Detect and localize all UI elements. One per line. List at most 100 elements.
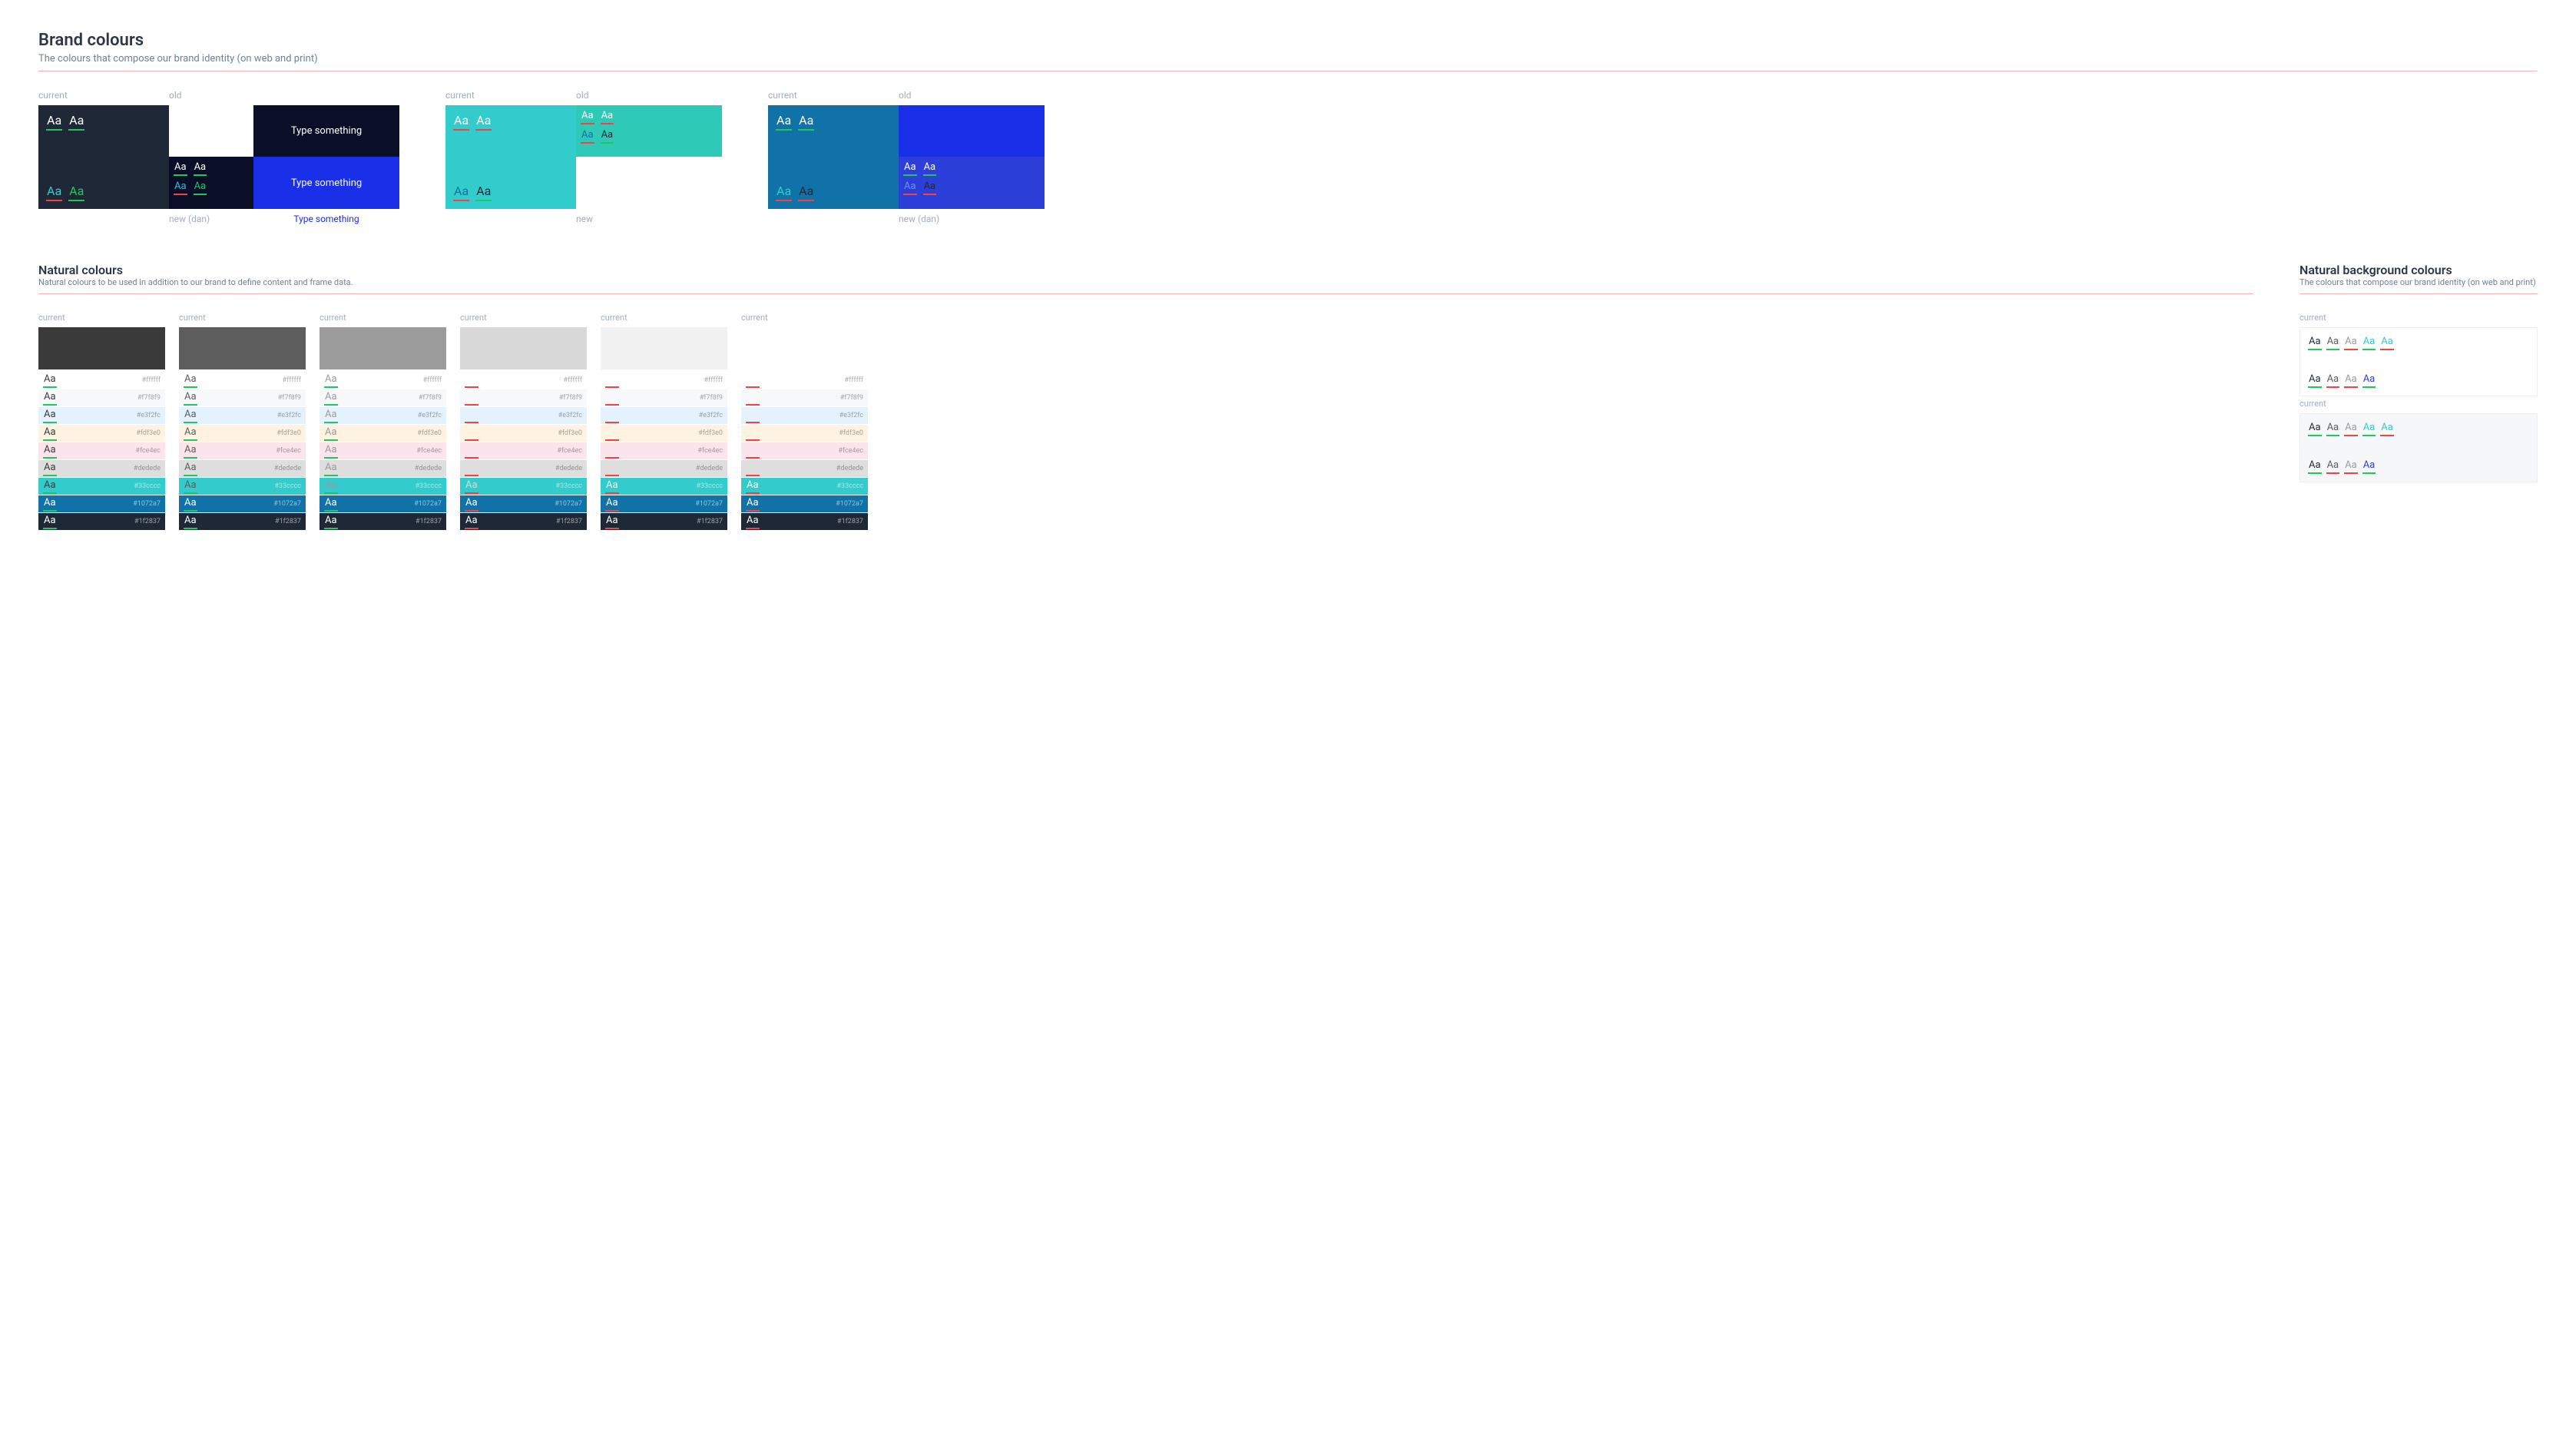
aa-sample: Aa <box>2308 422 2322 436</box>
aa-sample: Aa <box>776 184 792 201</box>
aa-sample: Aa <box>46 184 62 201</box>
aa-sample-hidden: Aa <box>746 462 760 476</box>
aa-sample-hidden: Aa <box>465 409 478 423</box>
row-swatch: Aa #33cccc <box>601 478 727 495</box>
aa-sample: Aa <box>605 497 619 512</box>
row-swatch: Aa #1072a7 <box>179 495 306 512</box>
aa-sample: Aa <box>903 161 917 176</box>
hex-label: #fdf3e0 <box>839 429 863 437</box>
row-swatch: Aa #e3f2fc <box>601 407 727 424</box>
hex-label: #f7f8f9 <box>840 394 863 402</box>
bg-block: AaAaAaAaAa AaAaAaAa <box>2300 327 2538 396</box>
hex-label: #e3f2fc <box>839 412 863 419</box>
state-label-current: current <box>2300 313 2538 323</box>
aa-sample: Aa <box>903 181 917 195</box>
aa-sample: Aa <box>324 426 338 441</box>
row-swatch: Aa #fdf3e0 <box>741 425 868 442</box>
hex-label: #fdf3e0 <box>136 429 161 437</box>
hex-label: #f7f8f9 <box>419 394 442 402</box>
aa-sample: Aa <box>2344 373 2358 388</box>
aa-sample: Aa <box>2362 373 2376 388</box>
aa-sample: Aa <box>465 515 478 529</box>
natural-column: current Aa #ffffff Aa #f7f8f9 Aa #e3f2fc… <box>38 313 165 531</box>
hex-label: #1072a7 <box>133 500 161 508</box>
aa-sample: Aa <box>2326 373 2340 388</box>
hex-label: #33cccc <box>415 482 442 490</box>
aa-sample: Aa <box>465 479 478 494</box>
aa-sample: Aa <box>184 444 197 459</box>
aa-sample: Aa <box>43 444 57 459</box>
row-swatch: Aa #fce4ec <box>460 442 587 459</box>
row-swatch: Aa #e3f2fc <box>460 407 587 424</box>
hex-label: #ffffff <box>423 376 442 384</box>
hex-label: #dedede <box>836 465 863 472</box>
row-swatch: Aa #dedede <box>38 460 165 477</box>
aa-sample: Aa <box>184 426 197 441</box>
state-label-current: current <box>741 313 868 323</box>
aa-sample: Aa <box>2380 336 2394 350</box>
aa-sample: Aa <box>174 161 187 176</box>
row-swatch: Aa #33cccc <box>38 478 165 495</box>
aa-sample: Aa <box>2326 422 2340 436</box>
aa-sample-hidden: Aa <box>605 391 619 406</box>
state-label-current: current <box>460 313 587 323</box>
state-label-current: current <box>38 313 165 323</box>
hex-label: #dedede <box>696 465 723 472</box>
aa-sample: Aa <box>605 515 619 529</box>
hex-label: #fce4ec <box>135 447 161 455</box>
row-swatch: Aa #ffffff <box>320 372 446 389</box>
hex-label: #dedede <box>415 465 442 472</box>
hex-label: #dedede <box>555 465 582 472</box>
hex-label: #ffffff <box>845 376 863 384</box>
hex-label: #fdf3e0 <box>698 429 723 437</box>
row-swatch: Aa #ffffff <box>460 372 587 389</box>
row-swatch: Aa #e3f2fc <box>741 407 868 424</box>
aa-sample: Aa <box>324 515 338 529</box>
aa-sample: Aa <box>581 129 594 144</box>
aa-sample: Aa <box>776 113 792 131</box>
row-swatch: Aa #33cccc <box>320 478 446 495</box>
state-label-old: old <box>169 90 253 101</box>
hex-label: #1f2837 <box>134 518 161 525</box>
row-swatch: Aa #1f2837 <box>38 513 165 530</box>
row-swatch: Aa #fce4ec <box>320 442 446 459</box>
state-label-new: new <box>576 214 722 224</box>
aa-sample: Aa <box>68 184 84 201</box>
hex-label: #1072a7 <box>273 500 301 508</box>
aa-sample: Aa <box>453 184 469 201</box>
row-swatch: Aa #1f2837 <box>460 513 587 530</box>
aa-sample: Aa <box>601 110 614 124</box>
aa-sample: Aa <box>465 497 478 512</box>
aa-sample: Aa <box>324 409 338 423</box>
brand-group-1: currentold AaAa AaAa Type something AaAa… <box>38 90 399 224</box>
row-swatch: Aa #dedede <box>741 460 868 477</box>
brand-section-header: Brand colours The colours that compose o… <box>38 31 2538 71</box>
natural-column: current Aa #ffffff Aa #f7f8f9 Aa #e3f2fc… <box>741 313 868 531</box>
hex-label: #1072a7 <box>555 500 582 508</box>
brand-title: Brand colours <box>38 31 2538 50</box>
aa-sample-hidden: Aa <box>465 373 478 388</box>
row-swatch: Aa #fce4ec <box>601 442 727 459</box>
aa-sample-hidden: Aa <box>605 373 619 388</box>
row-swatch: Aa #1f2837 <box>741 513 868 530</box>
hex-label: #1072a7 <box>695 500 723 508</box>
natbg-blocks: current AaAaAaAaAa AaAaAaAa current AaAa… <box>2300 313 2538 482</box>
state-label-new-dan: new (dan) <box>899 214 1045 224</box>
top-swatch <box>741 327 868 369</box>
row-swatch: Aa #1072a7 <box>38 495 165 512</box>
brand-group-3: currentold AaAa AaAa AaAa AaAa new (dan) <box>768 90 1045 224</box>
aa-sample: Aa <box>923 181 937 195</box>
natural-columns: current Aa #ffffff Aa #f7f8f9 Aa #e3f2fc… <box>38 313 2253 531</box>
row-swatch: Aa #f7f8f9 <box>460 389 587 406</box>
top-swatch <box>320 327 446 369</box>
swatch-old: AaAa AaAa <box>576 105 722 157</box>
aa-sample: Aa <box>324 462 338 476</box>
hex-label: #f7f8f9 <box>137 394 161 402</box>
aa-sample: Aa <box>43 426 57 441</box>
aa-sample: Aa <box>475 113 492 131</box>
aa-sample: Aa <box>184 497 197 512</box>
aa-sample-hidden: Aa <box>465 444 478 459</box>
natbg-section: Natural background colours The colours t… <box>2300 263 2538 531</box>
hex-label: #1f2837 <box>275 518 301 525</box>
row-swatch: Aa #fce4ec <box>179 442 306 459</box>
